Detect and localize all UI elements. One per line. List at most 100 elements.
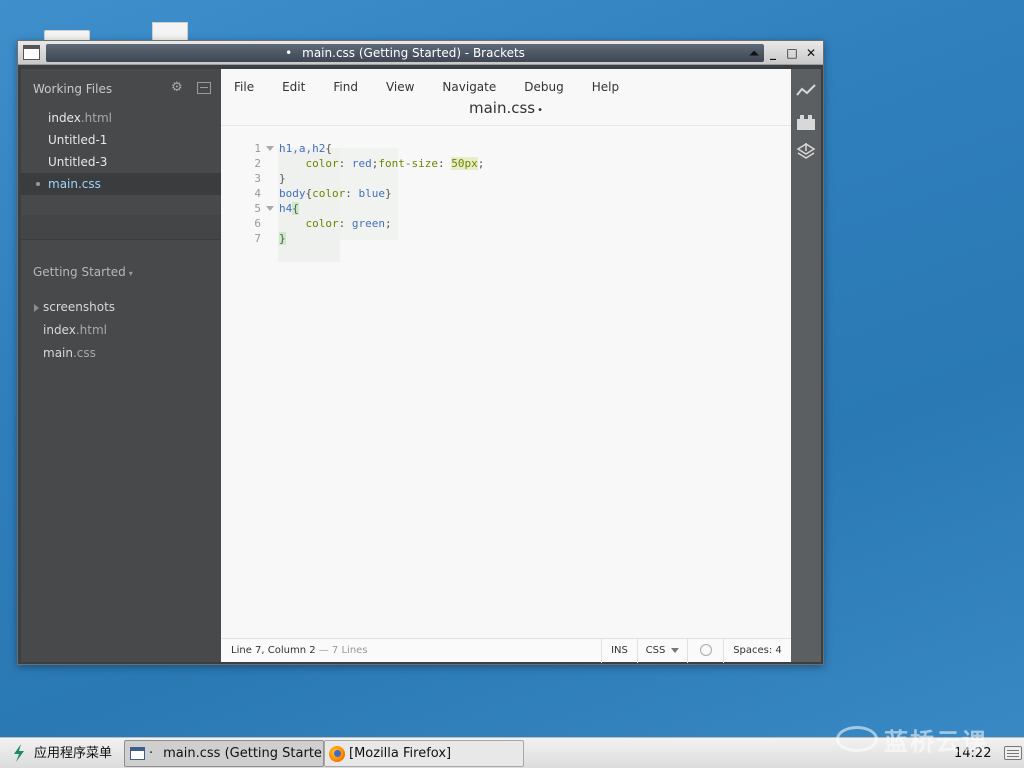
file-name: index	[43, 323, 76, 337]
code-token: :	[338, 217, 352, 230]
project-tree: screenshots index.html main.css	[21, 296, 221, 365]
code-token: color	[305, 217, 339, 230]
menu-item-find[interactable]: Find	[333, 79, 358, 95]
title-dirty-dot: •	[285, 46, 293, 60]
code-token: :	[345, 187, 359, 200]
code-line: 5 h4{	[221, 201, 791, 216]
code-text: color: green;	[279, 216, 392, 231]
taskbar-item-brackets[interactable]: · main.css (Getting Starte…	[124, 740, 324, 767]
file-name: screenshots	[43, 300, 116, 314]
menu-item-debug[interactable]: Debug	[524, 79, 563, 95]
code-token: }	[385, 187, 392, 200]
project-file[interactable]: main.css	[21, 342, 221, 365]
code-line: 6 color: green;	[221, 216, 791, 231]
code-line: 7}	[221, 231, 791, 246]
gear-icon[interactable]: ⚙	[171, 81, 185, 95]
window-menu-icon[interactable]	[23, 45, 40, 60]
start-menu-label: 应用程序菜单	[34, 746, 113, 761]
line-number: 7	[254, 232, 261, 245]
indent-setting[interactable]: Spaces: 4	[723, 639, 791, 663]
extension-manager-icon[interactable]	[796, 112, 816, 132]
window-title: • main.css (Getting Started) - Brackets	[46, 44, 764, 62]
lint-status[interactable]	[687, 639, 723, 663]
code-token: :	[437, 157, 452, 170]
code-token: 50px	[451, 157, 478, 170]
sidebar-shade	[21, 215, 221, 239]
working-file-item[interactable]: Untitled-1	[21, 129, 221, 151]
desktop-file-icon[interactable]	[152, 22, 188, 42]
file-name: main	[48, 177, 78, 191]
working-file-item[interactable]: Untitled-3	[21, 151, 221, 173]
fold-arrow-icon[interactable]	[266, 146, 274, 151]
code-token: ;	[477, 157, 485, 170]
line-number: 6	[254, 217, 261, 230]
chevron-right-icon	[34, 304, 39, 312]
file-name: Untitled-1	[48, 133, 108, 147]
code-token: red	[351, 157, 372, 170]
editor-panel: File Edit Find View Navigate Debug Help main.c…	[221, 69, 791, 663]
menu-item-navigate[interactable]: Navigate	[442, 79, 496, 95]
code-token: :	[338, 157, 352, 170]
project-folder[interactable]: screenshots	[21, 296, 221, 319]
live-preview-icon[interactable]	[796, 81, 816, 101]
code-token: }	[279, 232, 286, 245]
code-text: }	[279, 171, 286, 186]
code-token: body	[279, 187, 306, 200]
code-token: font-size	[378, 157, 438, 170]
line-number: 3	[254, 172, 261, 185]
watermark-cloud-icon	[836, 726, 878, 752]
file-ext: .css	[77, 177, 101, 191]
line-number: 1	[254, 142, 261, 155]
code-token: h4	[279, 202, 293, 215]
split-view-icon[interactable]	[197, 82, 211, 94]
menu-item-file[interactable]: File	[234, 79, 254, 95]
brackets-window: • main.css (Getting Started) - Brackets ⏶…	[17, 40, 824, 665]
file-ext: .html	[80, 111, 112, 125]
window-icon	[130, 747, 145, 760]
status-bar: Line 7, Column 2 — 7 Lines INS CSS Space…	[221, 638, 791, 663]
project-dropdown[interactable]: Getting Started ▾	[33, 265, 133, 279]
cursor-position[interactable]: Line 7, Column 2 — 7 Lines	[231, 639, 368, 663]
code-text: body{color: blue}	[279, 186, 392, 201]
start-menu-button[interactable]: 应用程序菜单	[6, 738, 112, 768]
code-editor[interactable]: 1 h1,a,h2{2 color: red;font-size: 50px; 3}…	[221, 126, 791, 638]
working-file-item[interactable]: index.html	[21, 107, 221, 129]
code-token: color	[312, 187, 346, 200]
editor-file-title: main.css •	[221, 99, 791, 117]
menu-item-help[interactable]: Help	[592, 79, 619, 95]
maximize-button[interactable]: □	[784, 44, 800, 62]
code-line: 4 body{color: blue}	[221, 186, 791, 201]
code-token: green	[351, 217, 385, 230]
close-button[interactable]: ✕	[803, 44, 819, 62]
file-name: main	[43, 346, 73, 360]
working-files-header: Working Files	[21, 69, 221, 109]
insert-mode-toggle[interactable]: INS	[601, 639, 637, 663]
code-token: {	[325, 142, 332, 155]
language-select[interactable]: CSS	[637, 639, 687, 663]
chevron-down-icon	[671, 647, 680, 653]
file-name: index	[48, 111, 81, 125]
taskbar-item-firefox[interactable]: [Mozilla Firefox]	[324, 740, 524, 767]
project-file[interactable]: index.html	[21, 319, 221, 342]
window-title-text: main.css (Getting Started) - Brackets	[302, 46, 525, 60]
shade-button[interactable]: ⏶	[746, 44, 762, 62]
menubar: File Edit Find View Navigate Debug Help main.c…	[221, 69, 791, 126]
watermark-text: 蓝桥云课	[884, 728, 988, 756]
sidebar-divider	[21, 239, 221, 240]
layers-icon[interactable]	[796, 142, 816, 162]
working-file-item[interactable]: main.css	[21, 173, 221, 195]
fold-arrow-icon[interactable]	[266, 206, 274, 211]
minimize-button[interactable]: _	[765, 44, 781, 62]
file-name: Untitled-3	[48, 155, 108, 169]
chevron-down-icon: ▾	[128, 269, 133, 278]
firefox-icon	[329, 746, 345, 762]
code-text: color: red;font-size: 50px;	[279, 156, 484, 171]
line-number: 5	[254, 202, 261, 215]
menu: File Edit Find View Navigate Debug Help	[234, 79, 647, 95]
window-titlebar[interactable]: • main.css (Getting Started) - Brackets ⏶…	[18, 41, 823, 65]
language-label: CSS	[645, 645, 666, 656]
menu-item-edit[interactable]: Edit	[282, 79, 305, 95]
menu-item-view[interactable]: View	[386, 79, 414, 95]
